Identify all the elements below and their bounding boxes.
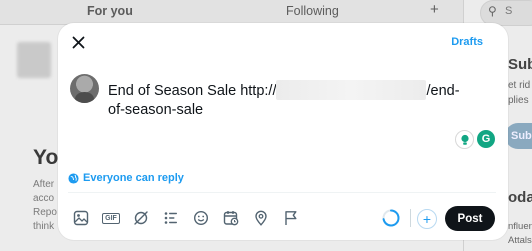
background-tabbar bbox=[0, 0, 463, 25]
location-button[interactable] bbox=[248, 207, 274, 229]
location-icon bbox=[255, 210, 267, 226]
gif-button[interactable]: GIF bbox=[98, 207, 124, 229]
globe-icon bbox=[68, 172, 79, 184]
reply-setting-button[interactable]: Everyone can reply bbox=[68, 172, 184, 184]
background-trend-line: nfluen bbox=[508, 221, 532, 232]
emoji-button[interactable] bbox=[188, 207, 214, 229]
post-text-line2: of-season-sale bbox=[108, 102, 204, 118]
flag-icon bbox=[285, 211, 297, 225]
post-text-suffix: /end- bbox=[426, 83, 460, 99]
gif-icon: GIF bbox=[102, 212, 120, 224]
compose-toolbar: GIF bbox=[68, 207, 304, 229]
background-avatar bbox=[17, 42, 51, 78]
lightbulb-extension-icon[interactable] bbox=[455, 130, 474, 149]
grok-button[interactable] bbox=[128, 207, 154, 229]
poll-icon bbox=[164, 212, 177, 224]
background-subscribe-line: plies bbox=[508, 95, 529, 106]
emoji-icon bbox=[193, 210, 209, 226]
redacted-url-segment bbox=[276, 80, 427, 100]
close-icon bbox=[72, 36, 84, 48]
poll-button[interactable] bbox=[158, 207, 184, 229]
background-subscribe-button: Subs bbox=[505, 123, 532, 149]
schedule-button[interactable] bbox=[218, 207, 244, 229]
add-post-button[interactable]: + bbox=[417, 209, 437, 229]
close-button[interactable] bbox=[67, 31, 89, 53]
post-text-editor[interactable]: End of Season Sale http:// /end- of-seaso… bbox=[108, 80, 488, 120]
reply-setting-label: Everyone can reply bbox=[83, 172, 184, 184]
divider bbox=[68, 192, 496, 193]
media-button[interactable] bbox=[68, 207, 94, 229]
schedule-icon bbox=[223, 211, 239, 226]
background-today-title: oday bbox=[508, 189, 532, 206]
plus-icon: + bbox=[422, 211, 432, 227]
toolbar-separator bbox=[410, 209, 411, 227]
avatar[interactable] bbox=[70, 74, 99, 103]
flag-button[interactable] bbox=[278, 207, 304, 229]
drafts-button[interactable]: Drafts bbox=[451, 36, 483, 48]
tab-following: Following bbox=[286, 4, 339, 18]
search-icon: ⚲ bbox=[488, 4, 497, 18]
background-subscribe-line: et rid bbox=[508, 80, 531, 91]
compose-post-dialog: Drafts End of Season Sale http:// /end- o… bbox=[58, 23, 508, 240]
post-text-prefix: End of Season Sale http:// bbox=[108, 83, 277, 99]
post-button[interactable]: Post bbox=[445, 206, 495, 231]
media-icon bbox=[73, 210, 89, 226]
background-subscribe-title: Subs bbox=[508, 56, 532, 73]
plus-icon: + bbox=[430, 1, 439, 18]
extension-icons: G bbox=[455, 130, 495, 149]
tab-for-you: For you bbox=[87, 4, 133, 18]
background-text-line: Repo bbox=[33, 207, 57, 218]
grok-icon bbox=[134, 211, 148, 225]
background-text-line: think bbox=[33, 221, 55, 232]
background-text-line: acco bbox=[33, 193, 55, 204]
grammarly-icon[interactable]: G bbox=[477, 130, 495, 148]
background-trend-line: Attals bbox=[508, 235, 532, 246]
background-text-line: After bbox=[33, 179, 55, 190]
character-count-progress bbox=[382, 209, 400, 227]
background-search-text: S bbox=[505, 5, 513, 17]
